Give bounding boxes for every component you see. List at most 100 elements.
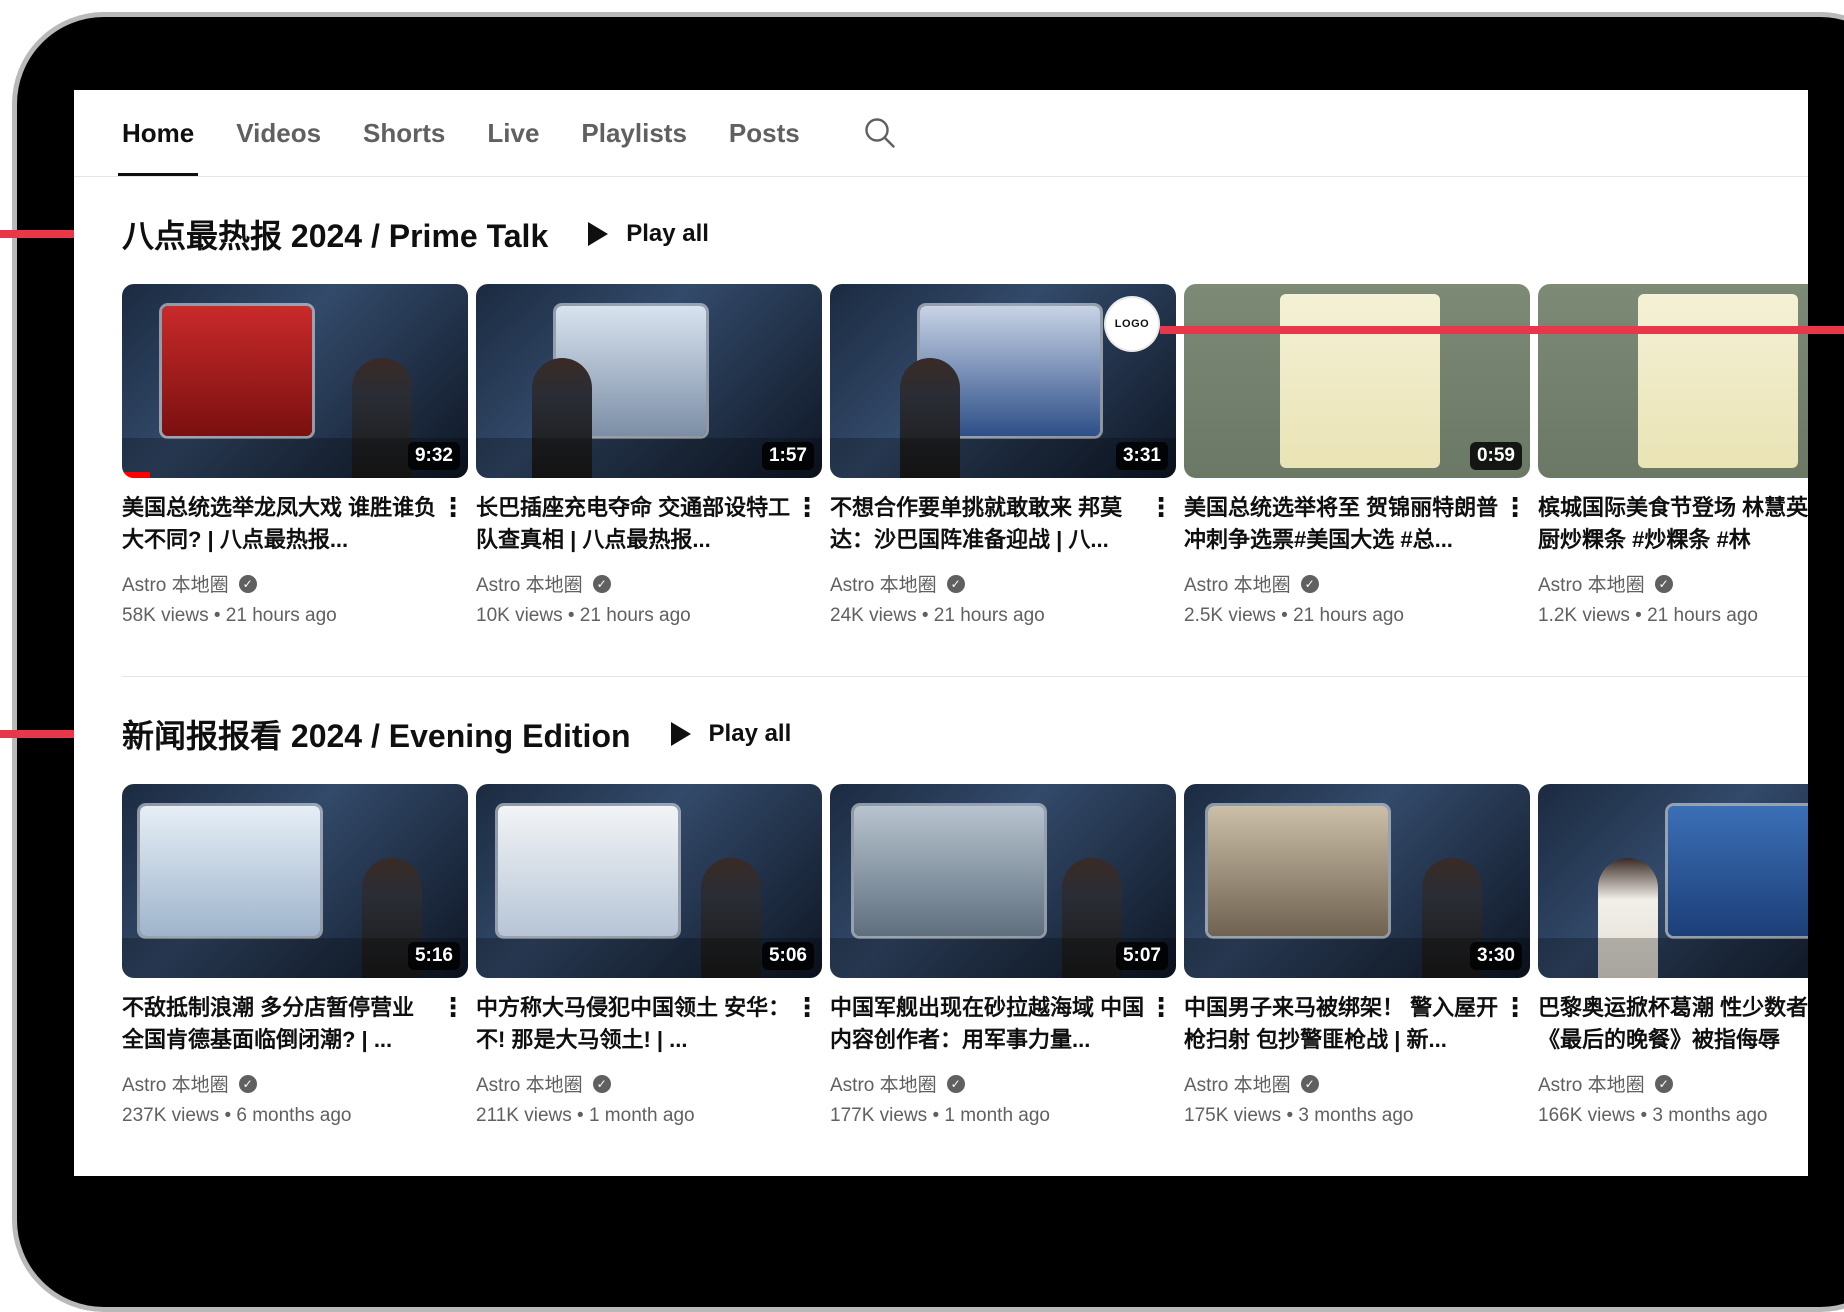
video-thumbnail[interactable] [1538, 784, 1808, 978]
shelf-header: 八点最热报 2024 / Prime Talk Play all [122, 204, 1808, 264]
tab-live[interactable]: Live [487, 90, 539, 176]
video-thumbnail[interactable]: 5:07 [830, 784, 1176, 978]
thumbnail-graphic [140, 806, 320, 936]
duration-badge: 3:30 [1469, 942, 1522, 970]
video-stats: 237K views • 6 months ago [122, 1105, 352, 1126]
video-title[interactable]: 中国军舰出现在砂拉越海域 中国内容创作者：用军事力量... [830, 992, 1146, 1056]
tab-shorts[interactable]: Shorts [363, 90, 445, 176]
tab-playlists[interactable]: Playlists [581, 90, 687, 176]
video-card: 5:16 不敌抵制浪潮 多分店暂停营业 全国肯德基面临倒闭潮? | ... ⋮ … [122, 784, 468, 1127]
video-meta: 不敌抵制浪潮 多分店暂停营业 全国肯德基面临倒闭潮? | ... ⋮ Astro… [122, 992, 468, 1127]
verified-icon: ✓ [592, 574, 611, 593]
video-thumbnail[interactable]: 9:32 [122, 284, 468, 478]
channel-name: Astro 本地圈 [476, 1075, 583, 1096]
channel-name: Astro 本地圈 [830, 575, 937, 596]
tab-videos[interactable]: Videos [236, 90, 321, 176]
duration-badge: 0:59 [1469, 442, 1522, 470]
video-thumbnail[interactable]: 0:59 [1184, 284, 1530, 478]
video-thumbnail[interactable]: 3:30 [1184, 784, 1530, 978]
video-title[interactable]: 美国总统选举将至 贺锦丽特朗普冲刺争选票#美国大选 #总... [1184, 492, 1500, 556]
shelf-title: 八点最热报 2024 / Prime Talk [122, 218, 549, 254]
more-actions-icon[interactable]: ⋮ [1502, 494, 1528, 520]
video-meta: 槟城国际美食节登场 林慧英身大厨炒粿条 #炒粿条 #林 Astro 本地圈 ✓ 1… [1538, 492, 1808, 627]
channel-name-link[interactable]: Astro 本地圈 ✓ [122, 1070, 438, 1097]
duration-badge: 1:57 [761, 442, 814, 470]
play-all-button[interactable]: Play all [588, 220, 709, 248]
channel-name-link[interactable]: Astro 本地圈 ✓ [830, 1070, 1146, 1097]
video-stats: 175K views • 3 months ago [1184, 1105, 1414, 1126]
video-title[interactable]: 美国总统选举龙凤大戏 谁胜谁负大不同? | 八点最热报... [122, 492, 438, 556]
duration-badge: 9:32 [407, 442, 460, 470]
verified-icon: ✓ [1300, 574, 1319, 593]
video-title[interactable]: 不想合作要单挑就敢敢来 邦莫达：沙巴国阵准备迎战 | 八... [830, 492, 1146, 556]
channel-name: Astro 本地圈 [476, 575, 583, 596]
video-card: 5:07 中国军舰出现在砂拉越海域 中国内容创作者：用军事力量... ⋮ Ast… [830, 784, 1176, 1127]
video-title[interactable]: 不敌抵制浪潮 多分店暂停营业 全国肯德基面临倒闭潮? | ... [122, 992, 438, 1056]
channel-name: Astro 本地圈 [1184, 1075, 1291, 1096]
video-card: 槟城国际美食节登场 林慧英身大厨炒粿条 #炒粿条 #林 Astro 本地圈 ✓ 1… [1538, 284, 1808, 627]
channel-name: Astro 本地圈 [1538, 1075, 1645, 1096]
video-stats: 58K views • 21 hours ago [122, 605, 337, 626]
verified-icon: ✓ [946, 574, 965, 593]
duration-badge: 5:06 [761, 942, 814, 970]
video-title[interactable]: 巴黎奥运掀杯葛潮 性少数者仿《最后的晚餐》被指侮辱 [1538, 992, 1808, 1056]
verified-icon: ✓ [238, 574, 257, 593]
channel-page: Home Videos Shorts Live Playlists Posts … [74, 90, 1808, 1176]
verified-icon: ✓ [946, 1074, 965, 1093]
video-meta: 巴黎奥运掀杯葛潮 性少数者仿《最后的晚餐》被指侮辱 Astro 本地圈 ✓ 166… [1538, 992, 1808, 1127]
tabs-divider [74, 176, 1808, 177]
channel-name-link[interactable]: Astro 本地圈 ✓ [1184, 1070, 1500, 1097]
video-title[interactable]: 长巴插座充电夺命 交通部设特工队查真相 | 八点最热报... [476, 492, 792, 556]
channel-name-link[interactable]: Astro 本地圈 ✓ [1538, 570, 1808, 597]
thumbnail-graphic [498, 806, 678, 936]
video-thumbnail[interactable]: 5:06 [476, 784, 822, 978]
more-actions-icon[interactable]: ⋮ [1148, 994, 1174, 1020]
logo-badge: LOGO [1106, 298, 1158, 350]
shelf-prime-talk: 八点最热报 2024 / Prime Talk Play all 9:32 美国… [122, 204, 1808, 704]
verified-icon: ✓ [592, 1074, 611, 1093]
channel-name-link[interactable]: Astro 本地圈 ✓ [122, 570, 438, 597]
video-card: 巴黎奥运掀杯葛潮 性少数者仿《最后的晚餐》被指侮辱 Astro 本地圈 ✓ 166… [1538, 784, 1808, 1127]
video-stats: 177K views • 1 month ago [830, 1105, 1051, 1126]
video-title[interactable]: 中方称大马侵犯中国领土 安华：不! 那是大马领土! | ... [476, 992, 792, 1056]
tab-home[interactable]: Home [117, 90, 199, 176]
video-card: 9:32 美国总统选举龙凤大戏 谁胜谁负大不同? | 八点最热报... ⋮ As… [122, 284, 468, 627]
more-actions-icon[interactable]: ⋮ [794, 994, 820, 1020]
more-actions-icon[interactable]: ⋮ [794, 494, 820, 520]
annotation-line-logo [1160, 326, 1844, 334]
video-stats: 166K views • 3 months ago [1538, 1105, 1768, 1126]
channel-name-link[interactable]: Astro 本地圈 ✓ [830, 570, 1146, 597]
duration-badge: 5:07 [1115, 942, 1168, 970]
thumbnail-graphic [1280, 294, 1440, 468]
video-title[interactable]: 槟城国际美食节登场 林慧英身大厨炒粿条 #炒粿条 #林 [1538, 492, 1808, 556]
video-thumbnail[interactable]: 1:57 [476, 284, 822, 478]
tab-posts[interactable]: Posts [729, 90, 800, 176]
channel-name-link[interactable]: Astro 本地圈 ✓ [476, 1070, 792, 1097]
more-actions-icon[interactable]: ⋮ [1148, 494, 1174, 520]
more-actions-icon[interactable]: ⋮ [440, 494, 466, 520]
video-meta: 中国男子来马被绑架！ 警入屋开枪扫射 包抄警匪枪战 | 新... ⋮ Astro… [1184, 992, 1530, 1127]
channel-tabs: Home Videos Shorts Live Playlists Posts [117, 90, 898, 176]
play-icon [588, 222, 609, 246]
video-stats: 1.2K views • 21 hours ago [1538, 605, 1759, 626]
channel-name-link[interactable]: Astro 本地圈 ✓ [476, 570, 792, 597]
verified-icon: ✓ [1300, 1074, 1319, 1093]
watch-progress-bar [122, 472, 150, 478]
search-icon[interactable] [862, 115, 898, 151]
video-thumbnail[interactable]: 5:16 [122, 784, 468, 978]
video-card: 0:59 美国总统选举将至 贺锦丽特朗普冲刺争选票#美国大选 #总... ⋮ A… [1184, 284, 1530, 627]
channel-name: Astro 本地圈 [122, 1075, 229, 1096]
channel-name-link[interactable]: Astro 本地圈 ✓ [1184, 570, 1500, 597]
play-all-button[interactable]: Play all [670, 720, 791, 748]
video-row: 5:16 不敌抵制浪潮 多分店暂停营业 全国肯德基面临倒闭潮? | ... ⋮ … [122, 784, 1808, 1176]
video-meta: 长巴插座充电夺命 交通部设特工队查真相 | 八点最热报... ⋮ Astro 本… [476, 492, 822, 627]
more-actions-icon[interactable]: ⋮ [440, 994, 466, 1020]
video-row: 9:32 美国总统选举龙凤大戏 谁胜谁负大不同? | 八点最热报... ⋮ As… [122, 284, 1808, 704]
video-thumbnail[interactable] [1538, 284, 1808, 478]
more-actions-icon[interactable]: ⋮ [1502, 994, 1528, 1020]
channel-name-link[interactable]: Astro 本地圈 ✓ [1538, 1070, 1808, 1097]
play-icon [670, 722, 691, 746]
video-title[interactable]: 中国男子来马被绑架！ 警入屋开枪扫射 包抄警匪枪战 | 新... [1184, 992, 1500, 1056]
video-card: 1:57 长巴插座充电夺命 交通部设特工队查真相 | 八点最热报... ⋮ As… [476, 284, 822, 627]
shelf-title: 新闻报报看 2024 / Evening Edition [122, 718, 631, 754]
